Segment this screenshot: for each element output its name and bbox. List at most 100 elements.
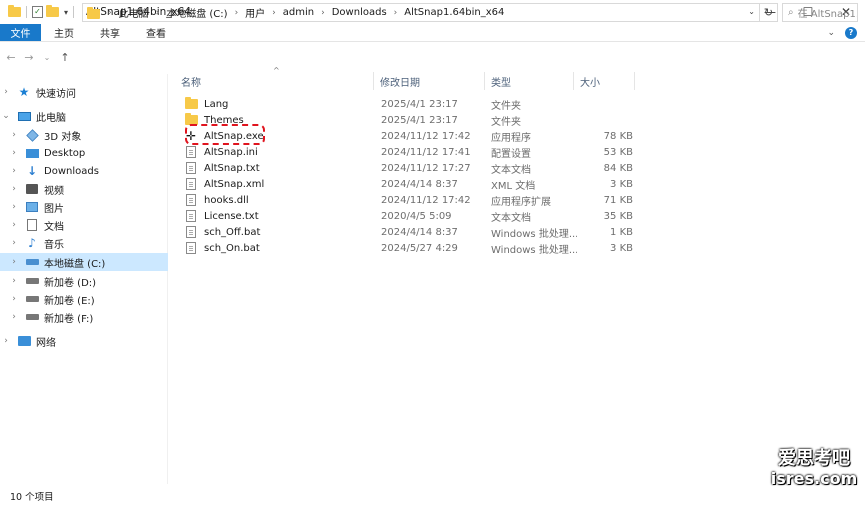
watermark-line2: isres.com — [770, 469, 858, 488]
back-icon[interactable]: ← — [2, 51, 20, 64]
tab-share[interactable]: 共享 — [87, 24, 133, 41]
column-divider[interactable] — [634, 72, 635, 90]
chevron-right-icon[interactable]: › — [8, 276, 20, 286]
sidebar-item-volume-f[interactable]: › 新加卷 (F:) — [0, 308, 168, 326]
file-type: 文件夹 — [491, 100, 521, 112]
file-row[interactable]: sch_Off.bat 2024/4/14 8:37 Windows 批处理..… — [175, 224, 645, 240]
file-row[interactable]: AltSnap.txt 2024/11/12 17:27 文本文档 84 KB — [175, 160, 645, 176]
sidebar-item-desktop[interactable]: › Desktop — [0, 144, 168, 162]
address-bar[interactable]: › 此电脑 › 本地磁盘 (C:) › 用户 › admin › Downloa… — [82, 3, 760, 22]
chevron-right-icon[interactable]: › — [108, 8, 112, 18]
search-icon: ⌕ — [788, 7, 794, 18]
file-row[interactable]: License.txt 2020/4/5 5:09 文本文档 35 KB — [175, 208, 645, 224]
file-row[interactable]: sch_On.bat 2024/5/27 4:29 Windows 批处理...… — [175, 240, 645, 256]
dll-file-icon — [184, 194, 198, 206]
chevron-right-icon[interactable]: › — [0, 336, 12, 346]
new-folder-icon[interactable] — [46, 5, 59, 17]
chevron-right-icon[interactable]: › — [8, 202, 20, 212]
column-header-type[interactable]: 类型 — [485, 72, 573, 90]
chevron-right-icon[interactable]: › — [8, 257, 20, 267]
file-size: 3 KB — [610, 242, 633, 254]
chevron-down-icon[interactable]: ⌄ — [0, 111, 12, 121]
chevron-down-icon[interactable]: ⌄ — [748, 7, 755, 16]
chevron-right-icon[interactable]: › — [272, 8, 276, 18]
breadcrumb-this-pc[interactable]: 此电脑 — [119, 5, 149, 20]
navigation-bar: ← → ⌄ ↑ — [0, 44, 865, 70]
sidebar-item-label: 快速访问 — [36, 88, 76, 100]
file-date: 2024/11/12 17:27 — [381, 162, 471, 174]
file-row[interactable]: Lang 2025/4/1 23:17 文件夹 — [175, 96, 645, 112]
refresh-button[interactable]: ↻ — [760, 3, 778, 22]
chevron-right-icon[interactable]: › — [8, 312, 20, 322]
chevron-right-icon[interactable]: › — [8, 166, 20, 176]
file-date: 2025/4/1 23:17 — [381, 98, 458, 110]
tab-home[interactable]: 主页 — [41, 24, 87, 41]
chevron-down-icon[interactable]: ⌄ — [827, 28, 835, 38]
chevron-right-icon[interactable]: › — [8, 130, 20, 140]
file-name: sch_Off.bat — [204, 226, 261, 238]
breadcrumb-admin[interactable]: admin — [283, 7, 314, 18]
sidebar-item-pictures[interactable]: › 图片 — [0, 198, 168, 216]
chevron-right-icon[interactable]: › — [8, 184, 20, 194]
breadcrumb-local-disk[interactable]: 本地磁盘 (C:) — [166, 5, 227, 20]
desktop-icon — [24, 147, 40, 159]
chevron-right-icon[interactable]: › — [321, 8, 325, 18]
chevron-right-icon[interactable]: › — [8, 220, 20, 230]
column-header-size[interactable]: 大小 — [574, 72, 634, 90]
up-icon[interactable]: ↑ — [56, 51, 74, 64]
chevron-right-icon[interactable]: › — [235, 8, 239, 18]
file-size: 71 KB — [603, 194, 633, 206]
search-input[interactable]: ⌕ 在 AltSnap1.64bin_x64 中搜索 — [782, 3, 858, 22]
file-type: 文本文档 — [491, 164, 531, 176]
chevron-right-icon[interactable]: › — [8, 294, 20, 304]
sidebar-item-videos[interactable]: › 视频 — [0, 180, 168, 198]
sidebar-item-music[interactable]: › ♪ 音乐 — [0, 234, 168, 252]
sidebar-item-documents[interactable]: › 文档 — [0, 216, 168, 234]
file-type: 文本文档 — [491, 212, 531, 224]
sidebar-item-volume-e[interactable]: › 新加卷 (E:) — [0, 290, 168, 308]
column-header-date[interactable]: 修改日期 — [374, 72, 484, 90]
ribbon-right: ⌄ ? — [827, 24, 865, 41]
file-row[interactable]: AltSnap.xml 2024/4/14 8:37 XML 文档 3 KB — [175, 176, 645, 192]
chevron-down-icon[interactable]: ⌄ — [38, 53, 56, 62]
sidebar-item-local-disk-c[interactable]: › 本地磁盘 (C:) — [0, 253, 168, 271]
sidebar-item-label: 网络 — [36, 337, 56, 349]
breadcrumb-current-folder[interactable]: AltSnap1.64bin_x64 — [404, 7, 504, 18]
breadcrumb-downloads[interactable]: Downloads — [332, 7, 387, 18]
sidebar-item-downloads[interactable]: › ↓ Downloads — [0, 162, 168, 180]
tab-file[interactable]: 文件 — [0, 24, 41, 41]
drive-icon — [24, 275, 40, 287]
tab-view[interactable]: 查看 — [133, 24, 179, 41]
file-type: 应用程序扩展 — [491, 196, 551, 208]
file-row[interactable]: hooks.dll 2024/11/12 17:42 应用程序扩展 71 KB — [175, 192, 645, 208]
column-header-name[interactable]: 名称 — [175, 72, 373, 90]
properties-icon[interactable]: ✓ — [32, 6, 43, 18]
file-date: 2025/4/1 23:17 — [381, 114, 458, 126]
file-size — [579, 96, 633, 112]
sidebar-item-volume-d[interactable]: › 新加卷 (D:) — [0, 272, 168, 290]
help-icon[interactable]: ? — [845, 26, 857, 39]
folder-icon — [87, 6, 100, 19]
chevron-down-icon[interactable]: ▾ — [64, 8, 68, 17]
sidebar-item-label: 文档 — [44, 221, 64, 233]
file-date: 2024/11/12 17:42 — [381, 194, 471, 206]
file-size: 84 KB — [603, 162, 633, 174]
file-name: Lang — [204, 98, 229, 110]
sidebar-item-3d-objects[interactable]: › 3D 对象 — [0, 126, 168, 144]
chevron-right-icon[interactable]: › — [394, 8, 398, 18]
chevron-right-icon[interactable]: › — [8, 238, 20, 248]
chevron-right-icon[interactable]: › — [8, 148, 20, 158]
file-row[interactable]: AltSnap.ini 2024/11/12 17:41 配置设置 53 KB — [175, 144, 645, 160]
file-type: Windows 批处理... — [491, 244, 577, 256]
network-icon — [16, 335, 32, 347]
file-date: 2024/4/14 8:37 — [381, 226, 458, 238]
sidebar-item-this-pc[interactable]: ⌄ 此电脑 — [0, 107, 168, 125]
sidebar-item-network[interactable]: › 网络 — [0, 332, 168, 350]
chevron-right-icon[interactable]: › — [0, 87, 12, 97]
computer-icon — [16, 110, 32, 122]
sidebar-item-quick-access[interactable]: › ★ 快速访问 — [0, 83, 168, 101]
forward-icon[interactable]: → — [20, 51, 38, 64]
file-size: 1 KB — [610, 226, 633, 238]
breadcrumb-users[interactable]: 用户 — [245, 5, 265, 20]
chevron-right-icon[interactable]: › — [156, 8, 160, 18]
